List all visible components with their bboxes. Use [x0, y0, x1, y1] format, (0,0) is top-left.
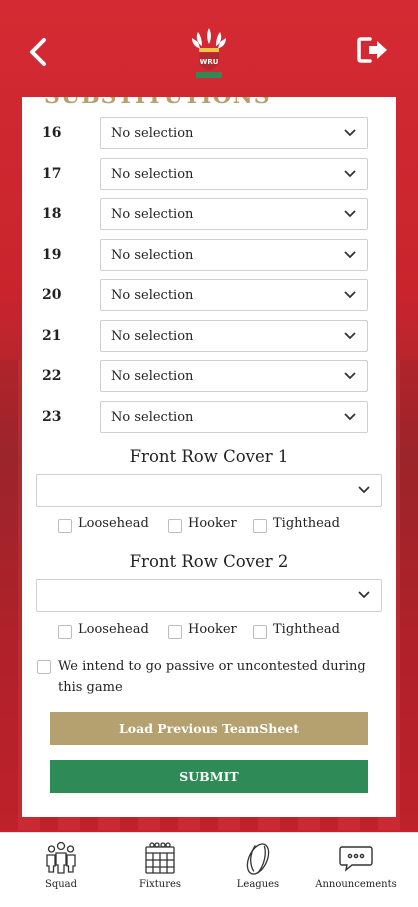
chevron-down-icon: [344, 169, 356, 177]
chevron-left-icon[interactable]: [26, 36, 50, 68]
chevron-down-icon: [344, 412, 356, 420]
substitution-row: 17 No selection: [22, 157, 396, 192]
chevron-down-icon: [344, 372, 356, 380]
substitution-value: No selection: [111, 166, 194, 182]
substitution-select[interactable]: No selection: [100, 198, 368, 230]
substitution-row: 20 No selection: [22, 279, 396, 313]
front-row-cover-2-title: Front Row Cover 2: [129, 552, 289, 571]
checkbox-hooker-1[interactable]: [168, 519, 182, 533]
substitution-number: 19: [42, 246, 62, 263]
substitution-select[interactable]: No selection: [100, 157, 368, 190]
substitution-row: 23 No selection: [22, 400, 396, 435]
substitution-row: 22 No selection: [22, 360, 396, 394]
chevron-down-icon: [344, 331, 356, 339]
tab-squad[interactable]: Squad: [20, 833, 102, 907]
chevron-down-icon: [344, 129, 356, 137]
submit-button[interactable]: SUBMIT: [50, 760, 368, 793]
substitution-number: 23: [42, 408, 62, 425]
checkbox-loosehead-2[interactable]: [58, 625, 72, 639]
substitution-select[interactable]: No selection: [100, 360, 368, 392]
chevron-down-icon: [358, 591, 370, 599]
chat-bubble-icon: [339, 846, 373, 872]
checkbox-hooker-2[interactable]: [168, 625, 182, 639]
substitution-row: 21 No selection: [22, 319, 396, 354]
substitution-value: No selection: [111, 126, 194, 141]
checkbox-tighthead-1[interactable]: [253, 519, 267, 533]
front-row-cover-2-select[interactable]: [36, 579, 382, 612]
substitution-number: 20: [42, 287, 62, 303]
substitution-value: No selection: [111, 328, 194, 344]
checkbox-label: Loosehead: [78, 516, 149, 531]
substitution-row: 18 No selection: [22, 198, 396, 232]
substitution-row: 16 No selection: [22, 117, 396, 151]
logout-icon[interactable]: [356, 36, 390, 64]
bottom-tab-bar: Squad Fixtures Leagues Announcements: [0, 832, 418, 907]
substitution-number: 17: [42, 165, 62, 182]
section-title-substitutions: SUBSTITUTIONS: [44, 97, 271, 109]
substitution-row: 19 No selection: [22, 238, 396, 273]
calendar-icon: [145, 842, 175, 874]
substitution-number: 22: [42, 368, 62, 384]
checkbox-label: Hooker: [188, 516, 237, 531]
squad-icon: [46, 841, 76, 874]
load-previous-teamsheet-button[interactable]: Load Previous TeamSheet: [50, 712, 368, 745]
tab-label-fixtures: Fixtures: [138, 879, 182, 890]
tab-fixtures[interactable]: Fixtures: [118, 833, 202, 907]
chevron-down-icon: [344, 250, 356, 258]
front-row-cover-1-title: Front Row Cover 1: [129, 447, 289, 466]
front-row-cover-1-select[interactable]: [36, 474, 382, 507]
passive-label: We intend to go passive or uncontested d…: [58, 659, 366, 695]
tab-label-squad: Squad: [44, 879, 78, 890]
checkbox-label: Loosehead: [78, 622, 149, 637]
substitution-number: 21: [42, 327, 62, 344]
teamsheet-card: SUBSTITUTIONS 16 No selection 17 No selecti…: [22, 97, 396, 817]
substitution-value: No selection: [111, 247, 194, 263]
substitution-number: 18: [42, 206, 62, 222]
substitution-value: No selection: [111, 409, 194, 425]
substitution-number: 16: [42, 125, 62, 141]
tab-leagues[interactable]: Leagues: [216, 833, 300, 907]
substitution-value: No selection: [111, 369, 194, 384]
chevron-down-icon: [344, 291, 356, 299]
substitution-select[interactable]: No selection: [100, 400, 368, 433]
substitution-select[interactable]: No selection: [100, 238, 368, 271]
front-row-cover-1-options: Loosehead Hooker Tighthead: [22, 516, 396, 536]
substitution-value: No selection: [111, 207, 194, 222]
checkbox-label: Tighthead: [273, 622, 340, 637]
substitution-select[interactable]: No selection: [100, 319, 368, 352]
tab-announcements[interactable]: Announcements: [312, 833, 400, 907]
front-row-cover-2-options: Loosehead Hooker Tighthead: [22, 622, 396, 642]
passive-checkbox[interactable]: [37, 660, 51, 674]
checkbox-tighthead-2[interactable]: [253, 625, 267, 639]
checkbox-label: Hooker: [188, 622, 237, 637]
tab-label-leagues: Leagues: [236, 879, 280, 890]
crest-text: WRU: [200, 58, 219, 66]
rugby-ball-icon: [246, 843, 270, 875]
substitution-select[interactable]: No selection: [100, 279, 368, 311]
checkbox-loosehead-1[interactable]: [58, 519, 72, 533]
tab-label-announcements: Announcements: [315, 879, 397, 890]
chevron-down-icon: [344, 210, 356, 218]
wru-crest-logo: WRU: [192, 28, 226, 78]
substitution-value: No selection: [111, 288, 194, 303]
chevron-down-icon: [358, 486, 370, 494]
substitution-select[interactable]: No selection: [100, 117, 368, 149]
checkbox-label: Tighthead: [273, 516, 340, 531]
